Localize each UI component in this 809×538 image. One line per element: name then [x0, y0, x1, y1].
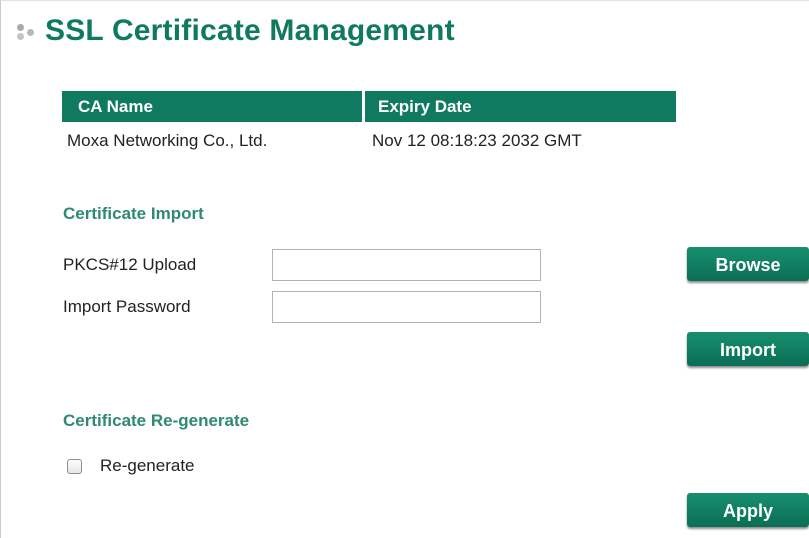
pkcs12-upload-input[interactable]: [272, 249, 541, 281]
ca-table: CA Name Expiry Date Moxa Networking Co.,…: [62, 91, 676, 160]
import-password-input[interactable]: [272, 291, 541, 323]
expiry-date-cell: Nov 12 08:18:23 2032 GMT: [372, 131, 582, 150]
ssl-certificate-page: SSL Certificate Management CA Name Expir…: [0, 0, 809, 538]
import-password-label: Import Password: [63, 297, 191, 316]
certificate-regenerate-heading: Certificate Re-generate: [63, 411, 250, 430]
table-header-row: CA Name Expiry Date: [62, 91, 676, 122]
certificate-import-heading: Certificate Import: [63, 204, 204, 223]
ca-name-cell: Moxa Networking Co., Ltd.: [67, 131, 268, 150]
page-header: SSL Certificate Management: [11, 11, 455, 51]
dots-icon: [11, 19, 41, 43]
regenerate-checkbox[interactable]: [67, 458, 82, 474]
column-header-ca-name: CA Name: [62, 91, 365, 122]
regenerate-label[interactable]: Re-generate: [100, 456, 195, 476]
regenerate-option[interactable]: Re-generate: [67, 456, 195, 476]
import-button[interactable]: Import: [687, 332, 809, 366]
table-row: Moxa Networking Co., Ltd. Nov 12 08:18:2…: [62, 122, 676, 160]
pkcs12-upload-label: PKCS#12 Upload: [63, 255, 197, 274]
page-title: SSL Certificate Management: [45, 14, 455, 47]
browse-button[interactable]: Browse: [687, 247, 809, 281]
column-header-expiry-date: Expiry Date: [365, 91, 676, 122]
apply-button[interactable]: Apply: [687, 493, 809, 527]
